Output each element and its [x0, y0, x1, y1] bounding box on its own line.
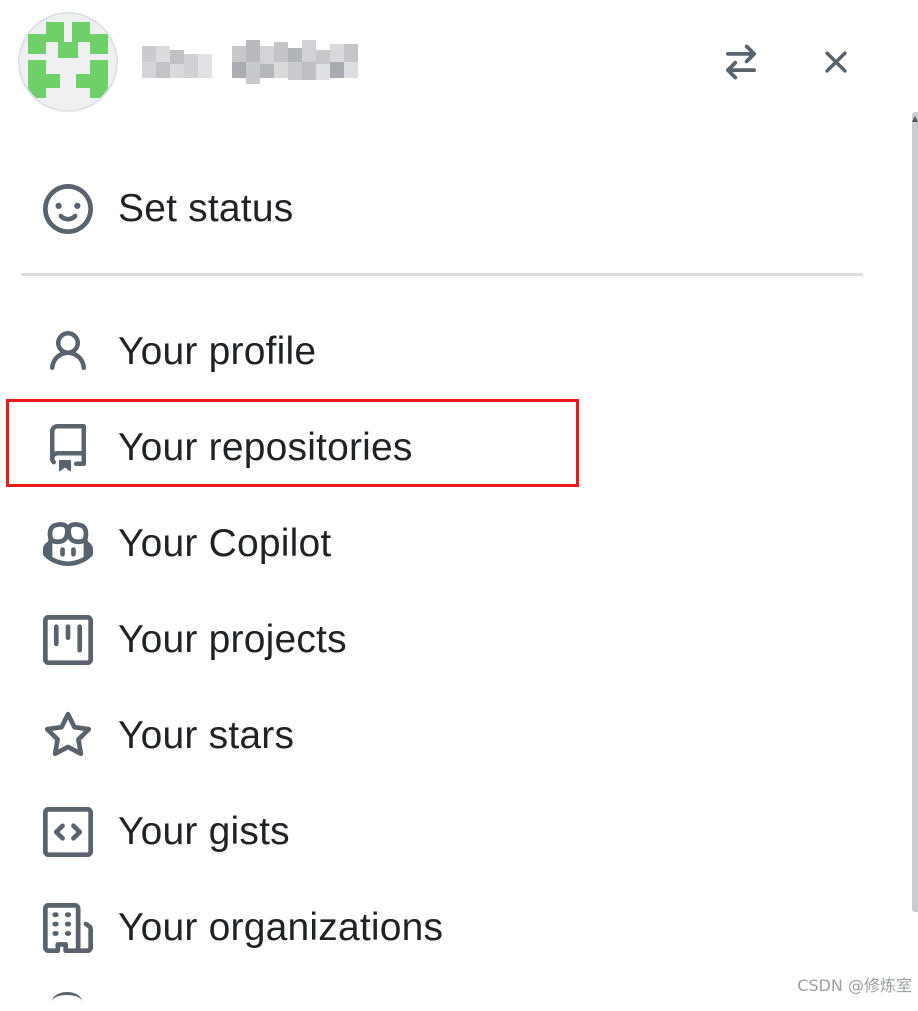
copilot-icon	[40, 516, 96, 572]
project-icon	[40, 612, 96, 668]
your-copilot-label: Your Copilot	[118, 522, 332, 565]
your-repositories-label: Your repositories	[118, 426, 413, 469]
scroll-up-arrow-icon[interactable]	[912, 116, 918, 122]
your-stars-label: Your stars	[118, 714, 295, 757]
scrollbar[interactable]	[912, 112, 918, 912]
star-icon	[40, 708, 96, 764]
close-icon	[825, 51, 847, 73]
code-square-icon	[40, 804, 96, 860]
menu-item-set-status[interactable]: Set status	[40, 176, 560, 242]
menu-item-your-copilot[interactable]: Your Copilot	[40, 511, 560, 577]
person-icon	[40, 324, 96, 380]
watermark: CSDN @修炼室	[797, 976, 912, 995]
menu-item-your-repositories[interactable]: Your repositories	[40, 415, 560, 481]
next-item-icon-partial	[52, 992, 82, 1011]
your-gists-label: Your gists	[118, 810, 290, 853]
menu-divider	[21, 273, 863, 276]
your-profile-label: Your profile	[118, 330, 317, 373]
close-button[interactable]	[808, 34, 864, 90]
user-menu-panel: Set status Your profile Your repositorie…	[0, 0, 918, 999]
menu-item-your-stars[interactable]: Your stars	[40, 703, 560, 769]
menu-item-your-projects[interactable]: Your projects	[40, 607, 560, 673]
repo-icon	[40, 420, 96, 476]
menu-item-your-profile[interactable]: Your profile	[40, 319, 560, 385]
smiley-icon	[40, 181, 96, 237]
avatar[interactable]	[18, 12, 118, 112]
switch-account-button[interactable]	[713, 34, 769, 90]
username-blurred	[142, 38, 368, 86]
your-projects-label: Your projects	[118, 618, 347, 661]
menu-item-your-gists[interactable]: Your gists	[40, 799, 560, 865]
your-organizations-label: Your organizations	[118, 906, 444, 949]
menu-item-your-organizations[interactable]: Your organizations	[40, 895, 560, 961]
arrow-switch-icon	[726, 44, 756, 80]
organization-icon	[40, 900, 96, 956]
set-status-label: Set status	[118, 187, 294, 230]
identicon-icon	[20, 14, 116, 110]
